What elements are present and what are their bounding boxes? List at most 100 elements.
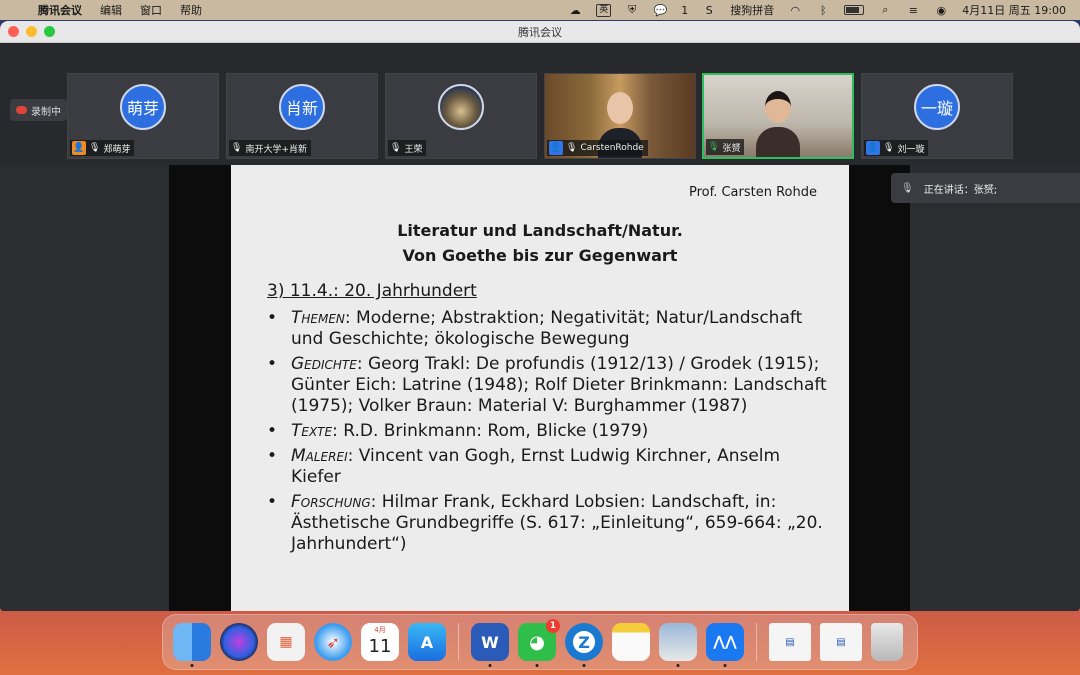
dock-separator <box>756 623 757 661</box>
shared-screen-area: Prof. Carsten Rohde Literatur und Landsc… <box>0 165 1080 611</box>
zotero-icon[interactable]: Z <box>565 623 603 667</box>
wechat-icon[interactable]: ◕ 1 <box>518 619 560 667</box>
host-icon: 👤 <box>72 141 86 155</box>
notes-icon[interactable] <box>612 623 650 661</box>
menu-clock[interactable]: 4月11日 周五 19:00 <box>962 2 1066 18</box>
dock-separator <box>458 623 459 661</box>
shield-icon[interactable]: ⛨ <box>625 3 639 16</box>
person-icon: 👤 <box>549 141 563 155</box>
wifi-icon[interactable]: ◠ <box>788 4 802 17</box>
bullet-category: Gedichte <box>291 354 357 374</box>
recording-cloud-icon <box>16 106 27 114</box>
menu-app-name[interactable]: 腾讯会议 <box>38 2 82 18</box>
fullscreen-window-button[interactable] <box>44 26 55 37</box>
speaking-label: 正在讲话： <box>923 184 974 196</box>
slide-bullet-list: Themen: Moderne; Abstraktion; Negativitä… <box>267 308 827 559</box>
finder-icon[interactable] <box>173 623 211 667</box>
side-panel <box>911 205 1080 611</box>
wechat-status-icon[interactable]: 💬 <box>653 4 667 17</box>
bullet-category: Malerei <box>291 446 348 466</box>
participant-label: 👤 🎙 CarstenRohde <box>547 140 648 156</box>
siri-icon[interactable]: ◉ <box>934 4 948 17</box>
meeting-window: 腾讯会议 录制中 萌芽 👤 🎙 郑萌芽 肖新 🎙 南开大学+肖新 � <box>0 21 1080 611</box>
bullet-text: : Georg Trakl: De profundis (1912/13) / … <box>291 354 827 416</box>
bullet-text: : R.D. Brinkmann: Rom, Blicke (1979) <box>332 421 649 441</box>
word-icon[interactable]: W <box>471 623 509 667</box>
slide-bullet: Forschung: Hilmar Frank, Eckhard Lobsien… <box>267 492 827 555</box>
battery-icon[interactable] <box>844 5 865 15</box>
tencent-meeting-icon[interactable]: ⋀⋀ <box>706 623 744 667</box>
bullet-text: : Moderne; Abstraktion; Negativität; Nat… <box>291 308 803 349</box>
participant-video-tile-speaking[interactable]: 🎙 张赟 <box>702 73 854 159</box>
apple-icon[interactable] <box>14 3 28 17</box>
cloud-app-icon[interactable]: ☁ <box>568 4 582 17</box>
menu-help[interactable]: 帮助 <box>180 2 202 18</box>
window-titlebar[interactable]: 腾讯会议 <box>0 21 1080 43</box>
status-area: ☁ 英 ⛨ 💬 1 S 搜狗拼音 ◠ ᛒ ⌕ ≡ ◉ 4月11日 周五 19:0… <box>568 2 1080 18</box>
wechat-badge: 1 <box>546 619 560 633</box>
mic-muted-icon: 🎙 <box>390 143 402 153</box>
participant-avatar: 肖新 <box>279 84 325 130</box>
word-document-thumbnail[interactable]: ▤ <box>769 623 811 661</box>
slide-bullet: Themen: Moderne; Abstraktion; Negativitä… <box>267 308 827 350</box>
slide-title-line2: Von Goethe bis zur Gegenwart <box>402 246 678 265</box>
slide-title: Literatur und Landschaft/Natur. Von Goet… <box>231 218 849 268</box>
participant-name: 南开大学+肖新 <box>245 144 307 155</box>
participant-name: 张赟 <box>722 143 741 154</box>
presentation-slide: Prof. Carsten Rohde Literatur und Landsc… <box>231 165 849 611</box>
wechat-count: 1 <box>681 3 689 17</box>
recording-label: 录制中 <box>31 106 61 118</box>
bullet-text: : Vincent van Gogh, Ernst Ludwig Kirchne… <box>291 446 781 487</box>
word-document-thumbnail[interactable]: ▤ <box>820 623 862 661</box>
bullet-category: Forschung <box>291 492 371 512</box>
calendar-day: 11 <box>368 635 392 657</box>
slide-bullet: Gedichte: Georg Trakl: De profundis (191… <box>267 354 827 417</box>
participant-video-tile[interactable]: 👤 🎙 CarstenRohde <box>544 73 696 159</box>
participant-label: 🎙 张赟 <box>706 139 745 155</box>
speaking-name: 张赟; <box>973 184 998 196</box>
participant-name: 王荣 <box>404 144 423 155</box>
safari-icon[interactable]: ➶ <box>314 623 352 661</box>
siri-dock-icon[interactable] <box>220 623 258 661</box>
slide-section-heading: 3) 11.4.: 20. Jahrhundert <box>267 281 477 301</box>
mic-speaking-icon: 🎙 <box>708 142 720 152</box>
bluetooth-icon[interactable]: ᛒ <box>816 4 830 17</box>
slide-author: Prof. Carsten Rohde <box>688 185 817 200</box>
recording-indicator[interactable]: 录制中 <box>10 99 67 121</box>
participant-name: CarstenRohde <box>580 143 644 153</box>
app-store-icon[interactable]: A <box>408 623 446 661</box>
bullet-category: Themen <box>291 308 345 328</box>
slide-title-line1: Literatur und Landschaft/Natur. <box>397 221 683 240</box>
mic-icon: 🎙 <box>566 143 578 153</box>
input-method-indicator[interactable]: 英 <box>596 3 612 17</box>
mic-muted-icon: 🎙 <box>231 143 243 153</box>
participant-label: 🎙 王荣 <box>388 140 427 156</box>
close-window-button[interactable] <box>8 26 19 37</box>
participant-tile[interactable]: 肖新 🎙 南开大学+肖新 <box>226 73 378 159</box>
participant-tile[interactable]: 一璇 👤 🎙 刘一璇 <box>861 73 1013 159</box>
participant-video-feed <box>756 87 800 157</box>
participant-label: 👤 🎙 刘一璇 <box>864 140 929 156</box>
participant-tile[interactable]: 🎙 王荣 <box>385 73 537 159</box>
menu-window[interactable]: 窗口 <box>140 2 162 18</box>
speaking-indicator[interactable]: 🎙 正在讲话：张赟; <box>891 173 1080 203</box>
speaking-mic-icon: 🎙 <box>901 182 914 194</box>
slide-bullet: Malerei: Vincent van Gogh, Ernst Ludwig … <box>267 446 827 488</box>
sogou-label[interactable]: 搜狗拼音 <box>730 2 774 18</box>
minimize-window-button[interactable] <box>26 26 37 37</box>
trash-icon[interactable] <box>871 623 903 661</box>
launchpad-icon[interactable]: ▦ <box>267 623 305 661</box>
person-icon: 👤 <box>866 141 880 155</box>
menu-edit[interactable]: 编辑 <box>100 2 122 18</box>
participant-name: 刘一璇 <box>897 144 925 155</box>
mic-muted-icon: 🎙 <box>883 143 895 153</box>
spotlight-search-icon[interactable]: ⌕ <box>878 3 892 16</box>
word-letter: W <box>481 632 499 652</box>
menu-bar: 腾讯会议 编辑 窗口 帮助 ☁ 英 ⛨ 💬 1 S 搜狗拼音 ◠ ᛒ ⌕ ≡ ◉… <box>0 0 1080 20</box>
participant-tile[interactable]: 萌芽 👤 🎙 郑萌芽 <box>67 73 219 159</box>
slide-bullet: Texte: R.D. Brinkmann: Rom, Blicke (1979… <box>267 421 827 442</box>
sogou-icon[interactable]: S <box>702 4 716 17</box>
calendar-icon[interactable]: 4月 11 <box>361 623 399 661</box>
preview-icon[interactable] <box>659 623 697 667</box>
control-center-icon[interactable]: ≡ <box>906 4 920 17</box>
